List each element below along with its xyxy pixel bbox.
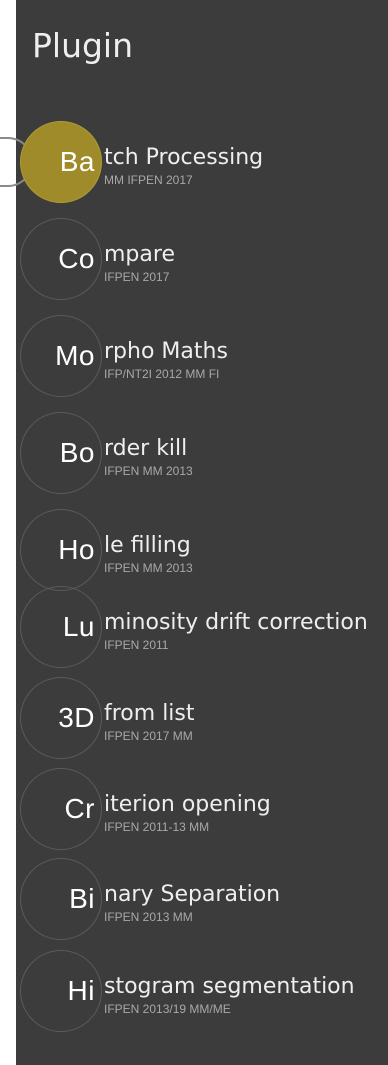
plugin-item-histogram-segmentation[interactable]: Hi stogram segmentation IFPEN 2013/19 MM…: [20, 950, 384, 1036]
plugin-badge-abbr: Co: [58, 243, 95, 274]
plugin-badge: Mo: [20, 315, 102, 397]
plugin-name: minosity drift correction: [104, 610, 368, 635]
plugin-name: iterion opening: [104, 792, 271, 817]
plugin-badge-abbr: 3D: [58, 702, 95, 733]
plugin-credit: IFPEN 2011-13 MM: [104, 820, 210, 834]
plugin-item-compare[interactable]: Co mpare IFPEN 2017: [20, 218, 384, 304]
plugin-badge: Lu: [20, 586, 102, 668]
plugin-badge: Hi: [20, 950, 102, 1032]
plugin-badge-abbr: Lu: [62, 611, 95, 642]
plugin-credit: IFPEN 2017 MM: [104, 729, 193, 743]
plugin-badge-abbr: Bi: [69, 883, 95, 914]
plugin-credit: IFPEN 2013/19 MM/ME: [104, 1002, 231, 1016]
plugin-name: le filling: [104, 533, 191, 558]
plugin-badge-abbr: Hi: [67, 975, 95, 1006]
plugin-name: rpho Maths: [104, 339, 228, 364]
plugin-item-criterion-opening[interactable]: Cr iterion opening IFPEN 2011-13 MM: [20, 768, 384, 854]
plugin-item-border-kill[interactable]: Bo rder kill IFPEN MM 2013: [20, 412, 384, 498]
plugin-credit: IFP/NT2I 2012 MM FI: [104, 367, 220, 381]
plugin-credit: MM IFPEN 2017: [104, 173, 193, 187]
plugin-badge-abbr: Ho: [58, 534, 95, 565]
plugin-name: stogram segmentation: [104, 974, 355, 999]
plugin-name: rder kill: [104, 436, 188, 461]
plugin-item-morpho-maths[interactable]: Mo rpho Maths IFP/NT2I 2012 MM FI: [20, 315, 384, 401]
plugin-panel: Plugin Ba tch Processing MM IFPEN 2017 C…: [0, 0, 388, 1065]
plugin-badge-abbr: Cr: [64, 793, 95, 824]
plugin-credit: IFPEN 2017: [104, 270, 170, 284]
panel-title: Plugin: [32, 26, 134, 65]
plugin-item-hole-filling[interactable]: Ho le filling IFPEN MM 2013: [20, 509, 384, 595]
plugin-name: nary Separation: [104, 882, 281, 907]
plugin-badge-abbr: Mo: [55, 340, 95, 371]
plugin-name: tch Processing: [104, 145, 264, 170]
plugin-badge: Cr: [20, 768, 102, 850]
plugin-badge: Bo: [20, 412, 102, 494]
plugin-name: mpare: [104, 242, 175, 267]
plugin-item-luminosity-drift-correction[interactable]: Lu minosity drift correction IFPEN 2011: [20, 586, 384, 672]
plugin-badge-abbr: Ba: [59, 146, 95, 177]
plugin-badge-abbr: Bo: [59, 437, 95, 468]
plugin-credit: IFPEN 2011: [104, 638, 169, 652]
plugin-name: from list: [104, 701, 195, 726]
plugin-badge: 3D: [20, 677, 102, 759]
plugin-item-binary-separation[interactable]: Bi nary Separation IFPEN 2013 MM: [20, 858, 384, 944]
plugin-item-3d-from-list[interactable]: 3D from list IFPEN 2017 MM: [20, 677, 384, 763]
plugin-badge: Ho: [20, 509, 102, 591]
plugin-badge: Ba: [20, 121, 102, 203]
plugin-credit: IFPEN 2013 MM: [104, 910, 193, 924]
plugin-item-batch-processing[interactable]: Ba tch Processing MM IFPEN 2017: [20, 121, 384, 207]
plugin-badge: Bi: [20, 858, 102, 940]
plugin-badge: Co: [20, 218, 102, 300]
plugin-credit: IFPEN MM 2013: [104, 464, 193, 478]
plugin-credit: IFPEN MM 2013: [104, 561, 193, 575]
